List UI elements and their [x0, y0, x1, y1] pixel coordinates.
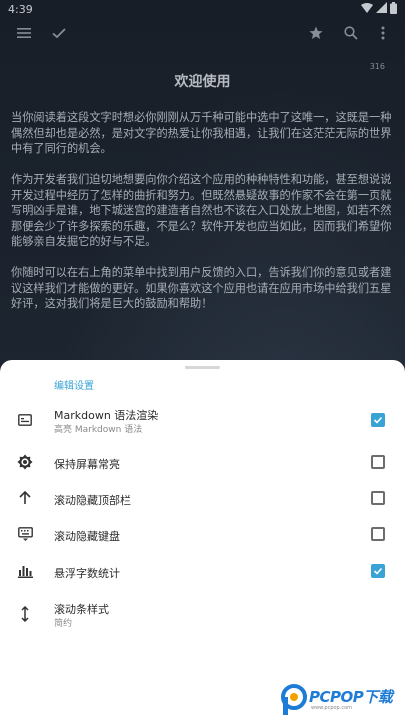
hide-toolbar-checkbox[interactable] — [371, 491, 385, 505]
bar-chart-icon — [16, 562, 34, 580]
hide-keyboard-checkbox[interactable] — [371, 527, 385, 541]
vertical-arrows-icon — [16, 605, 34, 623]
markdown-render-checkbox[interactable] — [371, 413, 385, 427]
floating-word-count-checkbox[interactable] — [371, 564, 385, 578]
edit-settings-sheet: 编辑设置 Markdown 语法渲染 高亮 Markdown 语法 保持屏幕常亮… — [0, 360, 405, 720]
watermark-url: www.pcpop.com — [311, 705, 352, 711]
pcpop-logo-icon — [281, 684, 307, 715]
option-hide-toolbar-on-scroll[interactable]: 滚动隐藏顶部栏 — [0, 480, 405, 516]
arrow-up-icon — [16, 489, 34, 507]
option-subtitle: 简约 — [54, 619, 73, 629]
option-subtitle: 高亮 Markdown 语法 — [54, 425, 143, 435]
keyboard-hide-icon — [16, 525, 34, 543]
option-scrollbar-style[interactable]: 滚动条样式 简约 — [0, 596, 405, 632]
watermark-logo: PCPOP下载 www.pcpop.com — [281, 684, 405, 720]
drag-handle[interactable] — [185, 366, 220, 369]
option-title: 滚动隐藏顶部栏 — [54, 494, 131, 507]
watermark-text: PCPOP下载 — [309, 688, 393, 706]
option-title: 保持屏幕常亮 — [54, 458, 120, 471]
sheet-header: 编辑设置 — [54, 381, 94, 392]
option-hide-keyboard-on-scroll[interactable]: 滚动隐藏键盘 — [0, 516, 405, 552]
option-title: 滚动隐藏键盘 — [54, 530, 120, 543]
markdown-icon — [16, 411, 34, 429]
option-title: 悬浮字数统计 — [54, 567, 120, 580]
option-keep-screen-on[interactable]: 保持屏幕常亮 — [0, 444, 405, 480]
option-markdown-render[interactable]: Markdown 语法渲染 高亮 Markdown 语法 — [0, 402, 405, 438]
option-floating-word-count[interactable]: 悬浮字数统计 — [0, 553, 405, 589]
option-title: Markdown 语法渲染 — [54, 409, 159, 422]
brightness-icon — [16, 453, 34, 471]
keep-screen-on-checkbox[interactable] — [371, 455, 385, 469]
option-title: 滚动条样式 — [54, 603, 109, 616]
